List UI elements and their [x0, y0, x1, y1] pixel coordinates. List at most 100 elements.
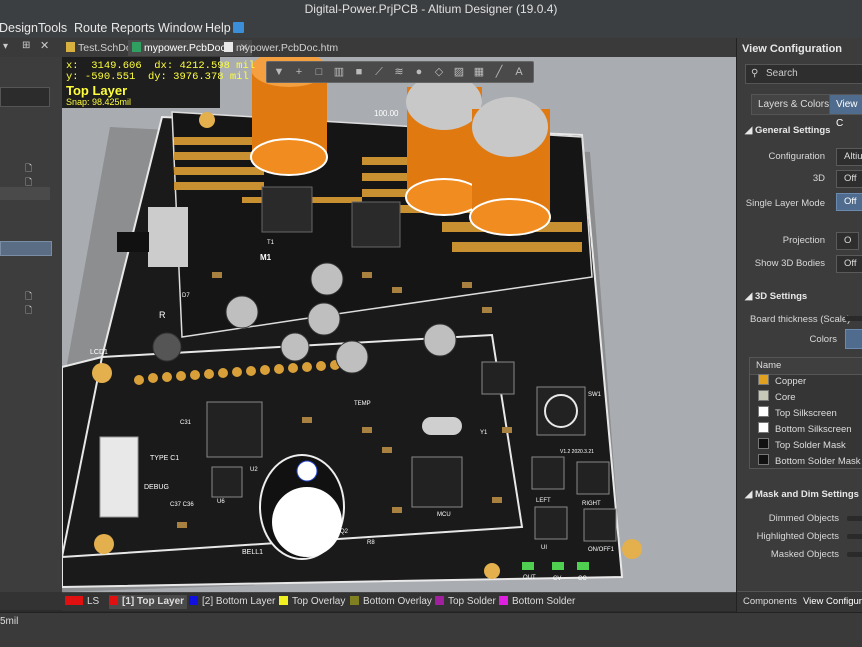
layer-tab-bottom-layer[interactable]: [2] Bottom Layer [189, 595, 275, 609]
silk-out: OUT [523, 575, 536, 581]
projects-panel: 🗋 🗋 🗋 🗋 [0, 57, 63, 607]
dy-value: 3976.378 mil [173, 71, 249, 83]
search-input[interactable]: ⚲ Search [745, 64, 862, 84]
rect-select-icon[interactable]: □ [312, 65, 326, 79]
place-pad-icon[interactable]: ● [412, 65, 426, 79]
run-icon[interactable] [233, 22, 244, 33]
layer-row-bottom-silkscreen[interactable]: Bottom Silkscreen [750, 422, 862, 438]
configuration-dropdown[interactable]: Altium [836, 148, 862, 166]
status-bar: 5mil [0, 612, 862, 647]
component-icon[interactable]: ■ [352, 65, 366, 79]
layer-row-core[interactable]: Core [750, 390, 862, 406]
silk-left: LEFT [536, 498, 551, 504]
region-icon[interactable]: ▨ [452, 65, 466, 79]
layer-row-top-silkscreen[interactable]: Top Silkscreen [750, 406, 862, 422]
configuration-label: Configuration [768, 151, 825, 162]
silk-r8: R8 [367, 540, 375, 546]
tab-mypower-pcbdoc-htm[interactable]: mypower.PcbDoc.htm [220, 40, 342, 56]
layer-tab-top-overlay[interactable]: Top Overlay [279, 595, 345, 609]
colors-label: Colors [809, 334, 837, 345]
menu-design[interactable]: Design [0, 21, 38, 35]
general-settings-header[interactable]: ◢ General Settings [745, 125, 830, 136]
silk-d7: D7 [182, 293, 190, 299]
layer-row-bottom-solder-mask[interactable]: Bottom Solder Mask [750, 454, 862, 470]
masked-objects-label: Masked Objects [770, 549, 839, 560]
panel-bottom-tabs: Components View Configura [737, 591, 862, 612]
3d-toggle[interactable]: Off [836, 170, 862, 188]
3d-settings-header[interactable]: ◢ 3D Settings [745, 291, 807, 302]
colors-button[interactable] [845, 329, 862, 349]
silk-q2: Q2 [340, 529, 349, 535]
project-search[interactable] [0, 87, 50, 107]
mask-dim-settings-header[interactable]: ◢ Mask and Dim Settings [745, 489, 859, 500]
color-swatch[interactable] [758, 390, 769, 401]
layer-color-table: Name Copper Core Top Silkscreen Bottom S… [749, 357, 862, 469]
route-icon[interactable]: ⟋ [372, 65, 386, 79]
document-tabs: ▾ ⊞ ✕ Test.SchDoc mypower.PcbDoc * ✕ myp… [0, 38, 736, 58]
list-item-selected[interactable] [0, 241, 52, 256]
silk-r: R [159, 310, 166, 320]
panel-menu-icon[interactable]: ▾ [3, 41, 8, 52]
pcb-3d-canvas[interactable]: LCD1 TYPE C1 DEBUG C37 C36 C31 BELL1 U6 … [62, 57, 736, 592]
color-swatch[interactable] [758, 438, 769, 449]
show-3d-bodies-toggle[interactable]: Off [836, 255, 862, 273]
projection-label: Projection [782, 235, 825, 246]
plus-icon[interactable]: + [292, 65, 306, 79]
silk-rev: V1.2 2020.3.21 [560, 449, 594, 455]
projection-toggle[interactable]: O [836, 232, 860, 250]
single-layer-mode-toggle[interactable]: Off [836, 193, 862, 211]
menu-reports[interactable]: Reports [111, 21, 155, 35]
close-icon[interactable]: ✕ [40, 39, 49, 52]
tab-view-options[interactable]: View C [829, 94, 862, 129]
tab-view-configuration[interactable]: View Configura [803, 596, 862, 607]
layer-bar-left-spacer [0, 592, 62, 610]
pin-icon[interactable]: ⊞ [22, 40, 30, 51]
silk-onoff: ON/OFF1 [588, 547, 615, 553]
tab-layers-colors[interactable]: Layers & Colors [751, 94, 837, 115]
layer-row-copper[interactable]: Copper [750, 374, 862, 390]
highlighted-objects-slider[interactable] [847, 534, 862, 539]
filter-icon[interactable]: ▼ [272, 65, 286, 79]
masked-objects-slider[interactable] [847, 552, 862, 557]
silk-lcd1: LCD1 [90, 349, 108, 356]
menu-tools[interactable]: Tools [38, 21, 67, 35]
current-layer-name: Top Layer [66, 83, 128, 98]
search-placeholder: Search [766, 68, 798, 79]
chart-icon[interactable]: ▥ [332, 65, 346, 79]
layer-tab-top-layer[interactable]: [1] Top Layer [109, 595, 188, 609]
line-icon[interactable]: ╱ [492, 65, 506, 79]
menu-help[interactable]: Help [205, 21, 231, 35]
window-title: Digital-Power.PrjPCB - Altium Designer (… [304, 2, 558, 16]
tab-components[interactable]: Components [743, 596, 797, 607]
doc-icon: 🗋 [25, 177, 33, 187]
single-layer-mode-label: Single Layer Mode [745, 198, 825, 209]
silk-bell1: BELL1 [242, 549, 264, 556]
text-icon[interactable]: A [512, 65, 526, 79]
color-swatch[interactable] [758, 374, 769, 385]
bus-icon[interactable]: ≋ [392, 65, 406, 79]
coordinate-readout: x: 3149.606 dx: 4212.598 mil y: -590.551… [62, 57, 255, 108]
measure-icon[interactable]: ▦ [472, 65, 486, 79]
title-bar: Digital-Power.PrjPCB - Altium Designer (… [0, 0, 862, 18]
status-text: 5mil [0, 616, 19, 627]
color-swatch[interactable] [758, 454, 769, 465]
layer-row-top-solder-mask[interactable]: Top Solder Mask [750, 438, 862, 454]
silk-mcu: MCU [437, 512, 451, 518]
silk-c31: C31 [180, 420, 192, 426]
layer-tab-top-solder[interactable]: Top Solder [435, 595, 496, 609]
layer-set-ls[interactable]: LS [65, 595, 99, 609]
silk-dimension: 100.00 [374, 109, 399, 118]
dy-label: dy: [147, 71, 167, 83]
menu-window[interactable]: Window [158, 21, 202, 35]
color-swatch[interactable] [758, 422, 769, 433]
silk-cc: CC [578, 576, 587, 582]
silk-c37: C37 C36 [170, 502, 194, 508]
layer-tab-bottom-overlay[interactable]: Bottom Overlay [350, 595, 432, 609]
polygon-icon[interactable]: ◇ [432, 65, 446, 79]
dimmed-objects-slider[interactable] [847, 516, 862, 521]
board-thickness-slider[interactable] [845, 316, 862, 321]
menu-route[interactable]: Route [74, 21, 107, 35]
color-swatch[interactable] [758, 406, 769, 417]
layer-tab-bottom-solder[interactable]: Bottom Solder [499, 595, 575, 609]
silk-temp: TEMP [354, 401, 371, 407]
